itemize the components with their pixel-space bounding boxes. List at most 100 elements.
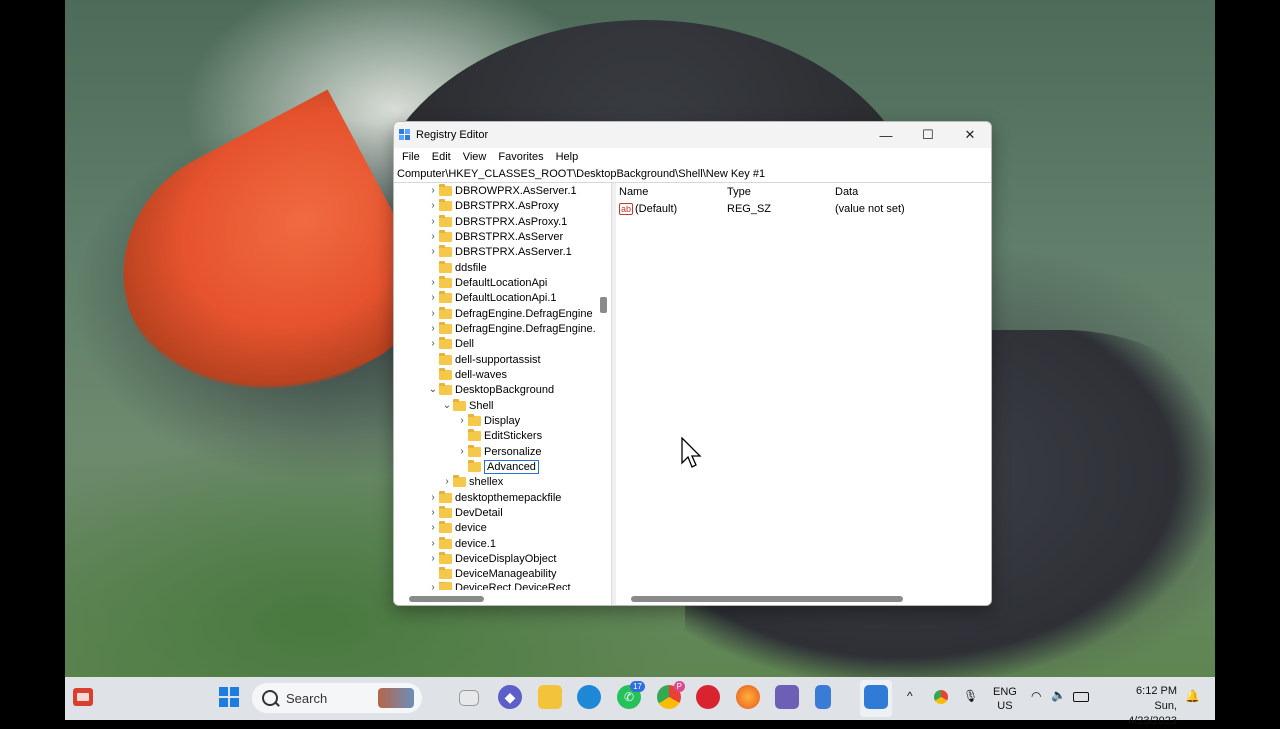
column-header-data[interactable]: Data (835, 186, 858, 198)
tree-item[interactable]: › Personalize (456, 444, 541, 459)
tree-item[interactable]: ⌄ Shell (441, 398, 493, 413)
close-button[interactable]: ✕ (949, 122, 991, 148)
menu-favorites[interactable]: Favorites (492, 151, 549, 163)
tree-item[interactable]: dell-supportassist (427, 352, 541, 367)
taskbar-search-box[interactable]: Search (252, 683, 422, 713)
menu-edit[interactable]: Edit (426, 151, 457, 163)
expand-chevron-icon[interactable]: › (427, 507, 439, 518)
menu-file[interactable]: File (396, 151, 426, 163)
folder-icon (439, 490, 452, 503)
tree-item-label: desktopthemepackfile (455, 491, 562, 504)
show-hidden-icons-icon[interactable]: ^ (907, 689, 913, 703)
tree-item[interactable]: › DBROWPRX.AsServer.1 (427, 183, 577, 198)
expand-chevron-icon[interactable]: › (427, 492, 439, 503)
tree-item[interactable]: › Display (456, 413, 520, 428)
volume-icon[interactable]: 🔈 (1051, 688, 1066, 702)
tree-item[interactable]: › shellex (441, 474, 503, 489)
tree-item[interactable]: › DefaultLocationApi (427, 275, 547, 290)
collapse-chevron-icon[interactable]: ⌄ (427, 384, 439, 395)
tree-item[interactable]: ⌄ DesktopBackground (427, 382, 554, 397)
tree-item[interactable]: DeviceManageability (427, 566, 557, 581)
expand-chevron-icon[interactable]: › (427, 308, 439, 319)
mouse-pointer-icon (681, 437, 702, 468)
menu-help[interactable]: Help (550, 151, 585, 163)
tree-item[interactable]: › desktopthemepackfile (427, 490, 561, 505)
edge-browser-icon[interactable] (577, 685, 601, 709)
tree-item[interactable]: › Dell (427, 336, 474, 351)
expand-chevron-icon[interactable]: › (427, 277, 439, 288)
column-header-name[interactable]: Name (619, 186, 648, 198)
tree-item-editing[interactable]: Advanced (456, 459, 539, 474)
expand-chevron-icon[interactable]: › (427, 522, 439, 533)
tree-item[interactable]: › DefaultLocationApi.1 (427, 290, 557, 305)
expand-chevron-icon[interactable]: › (427, 338, 439, 349)
widgets-icon[interactable] (73, 688, 93, 706)
tree-item[interactable]: › DBRSTPRX.AsProxy (427, 198, 559, 213)
teams-chat-icon[interactable]: ◆ (498, 685, 522, 709)
tree-item[interactable]: › DeviceRect.DeviceRect (427, 582, 571, 590)
expand-chevron-icon[interactable]: › (441, 476, 453, 487)
task-view-icon[interactable] (459, 690, 479, 706)
address-bar[interactable]: Computer\HKEY_CLASSES_ROOT\DesktopBackgr… (394, 166, 991, 183)
collapse-chevron-icon[interactable]: ⌄ (441, 400, 453, 411)
whatsapp-icon[interactable]: ✆ 17 (617, 681, 645, 709)
registry-editor-taskbar-icon[interactable] (864, 685, 888, 709)
scrollbar-thumb[interactable] (631, 596, 903, 602)
tree-item[interactable]: › device (427, 520, 487, 535)
firefox-icon[interactable] (736, 685, 760, 709)
expand-chevron-icon[interactable]: › (427, 538, 439, 549)
scrollbar-thumb[interactable] (600, 297, 607, 313)
expand-chevron-icon[interactable]: › (427, 246, 439, 257)
expand-chevron-icon[interactable]: › (427, 231, 439, 242)
tree-item[interactable]: › DBRSTPRX.AsProxy.1 (427, 214, 567, 229)
microphone-icon[interactable]: 🎙 (963, 689, 978, 703)
chrome-tray-icon[interactable] (934, 690, 948, 704)
expand-chevron-icon[interactable]: › (427, 292, 439, 303)
tree-item[interactable]: EditStickers (456, 428, 542, 443)
tree-item-label: DBRSTPRX.AsServer.1 (455, 245, 572, 258)
tree-item[interactable]: › DefragEngine.DefragEngine (427, 306, 593, 321)
notification-bell-icon[interactable]: 🔔 (1185, 689, 1200, 703)
expand-chevron-icon[interactable]: › (427, 553, 439, 564)
tree-item-label: Shell (469, 399, 494, 412)
battery-icon[interactable] (1073, 692, 1089, 702)
tree-item-label: ddsfile (455, 261, 487, 274)
tree-item[interactable]: › DBRSTPRX.AsServer.1 (427, 244, 572, 259)
values-horizontal-scrollbar[interactable] (616, 591, 991, 605)
chrome-icon[interactable]: P (657, 681, 685, 709)
camera-app-icon[interactable] (775, 685, 799, 709)
title-bar[interactable]: Registry Editor — ☐ ✕ (394, 122, 991, 148)
expand-chevron-icon[interactable]: › (427, 216, 439, 227)
tree-horizontal-scrollbar[interactable] (394, 591, 596, 605)
expand-chevron-icon[interactable]: › (427, 185, 439, 196)
tree-item[interactable]: ddsfile (427, 260, 487, 275)
tree-item[interactable]: dell-waves (427, 367, 507, 382)
value-row[interactable]: ab (Default) (619, 203, 677, 215)
scrollbar-thumb[interactable] (409, 596, 484, 602)
language-indicator[interactable]: ENG US (993, 685, 1017, 713)
maximize-button[interactable]: ☐ (907, 122, 949, 148)
tree-vertical-scrollbar[interactable] (595, 183, 610, 591)
expand-chevron-icon[interactable]: › (456, 415, 468, 426)
column-header-type[interactable]: Type (727, 186, 751, 198)
rename-input[interactable]: Advanced (484, 459, 539, 474)
huawei-icon[interactable] (696, 685, 720, 709)
menu-view[interactable]: View (457, 151, 493, 163)
time: 6:12 PM (1136, 685, 1177, 697)
tree-item[interactable]: › DefragEngine.DefragEngine.1 (427, 321, 602, 336)
tree-item[interactable]: › DeviceDisplayObject (427, 551, 556, 566)
wifi-icon[interactable]: ◠ (1031, 689, 1041, 703)
start-button[interactable] (217, 685, 241, 709)
notepad-icon[interactable] (815, 685, 831, 709)
window-title: Registry Editor (416, 129, 489, 141)
expand-chevron-icon[interactable]: › (427, 200, 439, 211)
expand-chevron-icon[interactable]: › (427, 323, 439, 334)
file-explorer-icon[interactable] (538, 685, 562, 709)
minimize-button[interactable]: — (865, 122, 907, 148)
tree-item[interactable]: › device.1 (427, 536, 496, 551)
clock[interactable]: 6:12 PM Sun, 4/23/2023 (1103, 684, 1177, 729)
expand-chevron-icon[interactable]: › (456, 446, 468, 457)
expand-chevron-icon[interactable]: › (427, 582, 439, 590)
tree-item[interactable]: › DevDetail (427, 505, 503, 520)
tree-item[interactable]: › DBRSTPRX.AsServer (427, 229, 563, 244)
